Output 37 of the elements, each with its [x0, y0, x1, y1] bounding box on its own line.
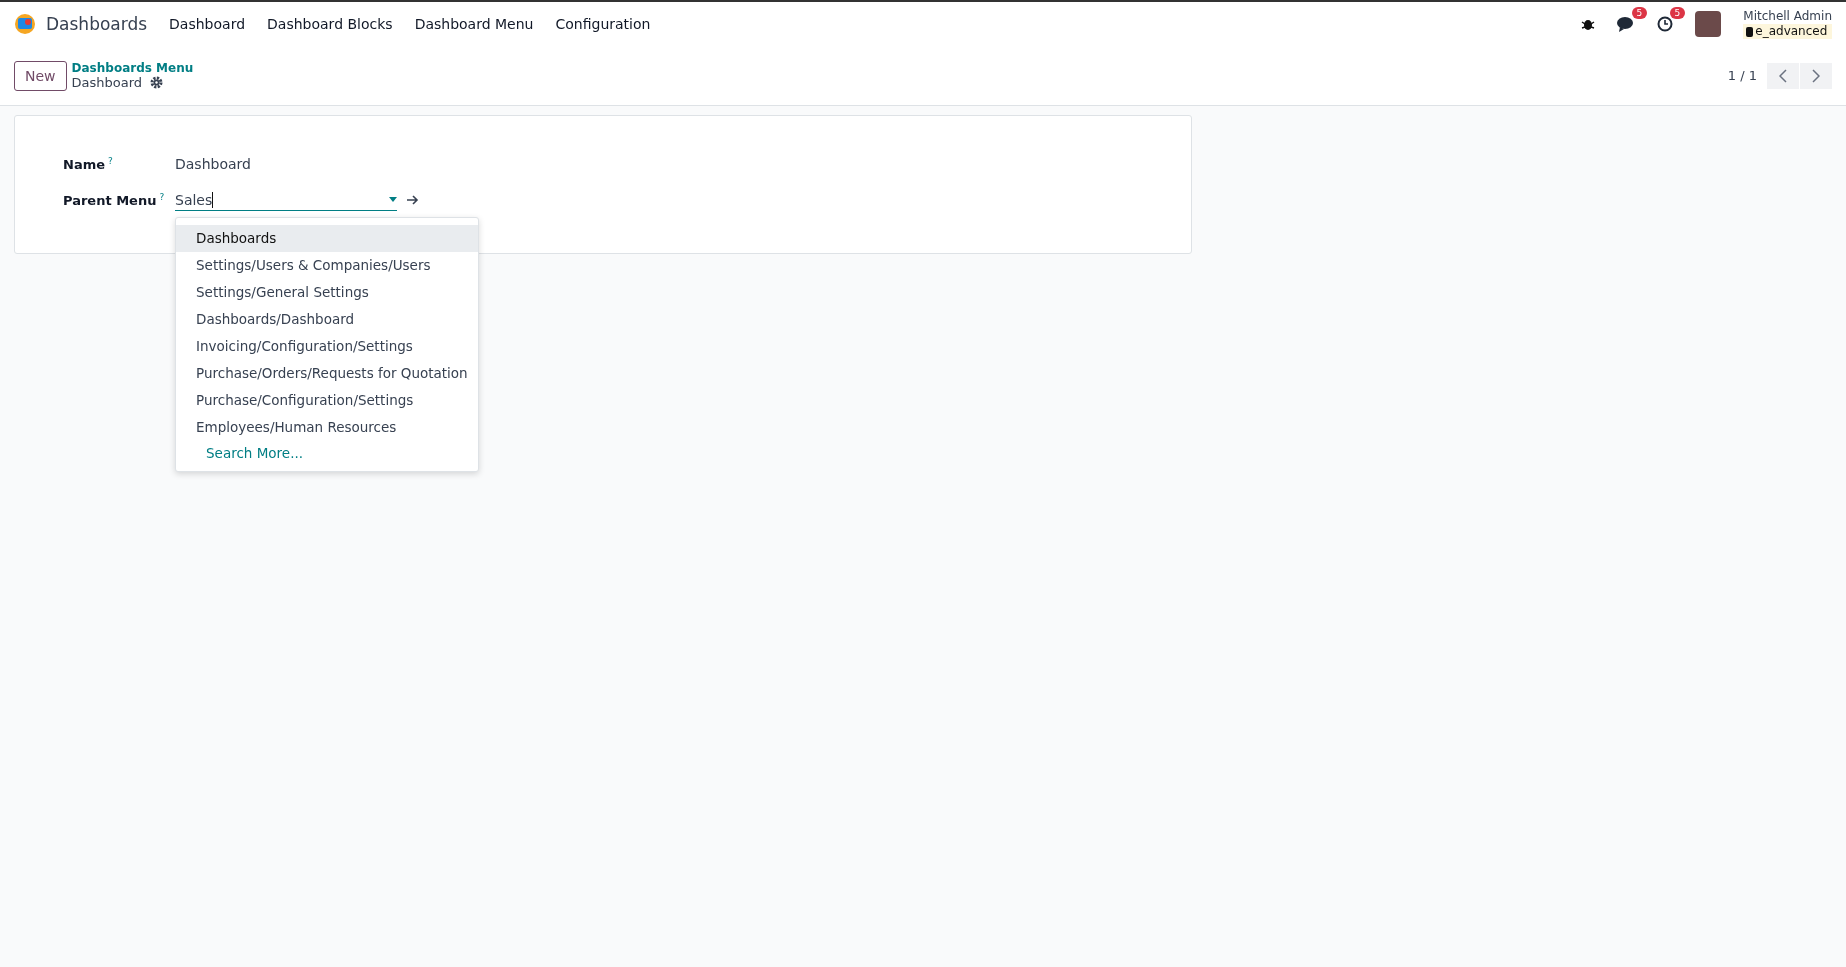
- user-name: Mitchell Admin: [1743, 9, 1832, 24]
- search-more-link[interactable]: Search More...: [176, 440, 478, 465]
- dropdown-option[interactable]: Purchase/Configuration/Settings: [176, 386, 478, 414]
- new-button[interactable]: New: [14, 60, 67, 91]
- field-label: Name $^{?}$: [63, 155, 114, 173]
- database-name: e_advanced: [1755, 24, 1828, 39]
- breadcrumb-link[interactable]: Dashboards Menu: [71, 61, 194, 75]
- dropdown-option[interactable]: Dashboards/Dashboard: [176, 305, 478, 333]
- field-label: Parent Menu $^{?}$: [63, 191, 166, 209]
- dropdown-option[interactable]: Dashboards: [176, 224, 478, 252]
- database-icon: [1746, 26, 1754, 37]
- nav-menu-item[interactable]: Configuration: [555, 16, 651, 32]
- chevron-right-icon: [1812, 68, 1820, 83]
- nav-menu-item[interactable]: Dashboard Blocks: [267, 16, 393, 32]
- chat-icon[interactable]: [1617, 16, 1636, 32]
- bug-icon[interactable]: [1581, 17, 1596, 31]
- app-name: Dashboards: [46, 14, 148, 34]
- nav-menu-item[interactable]: Dashboard Menu: [414, 16, 534, 32]
- dropdown-option[interactable]: Invoicing/Configuration/Settings: [176, 332, 478, 360]
- caret-icon: [389, 197, 397, 202]
- dropdown-option[interactable]: Purchase/Orders/Requests for Quotation: [176, 359, 478, 387]
- dropdown-option[interactable]: Settings/General Settings: [176, 278, 478, 306]
- nav-menu-item[interactable]: Dashboard: [169, 16, 246, 32]
- arrow-right-icon[interactable]: [407, 195, 419, 205]
- gear-icon[interactable]: [150, 76, 164, 89]
- dropdown-option[interactable]: Settings/Users & Companies/Users: [176, 251, 478, 279]
- dropdown-option[interactable]: Employees/Human Resources: [176, 413, 478, 441]
- pager-value: 1 / 1: [1727, 68, 1757, 83]
- notification-badge: 5: [1631, 7, 1648, 19]
- parent-menu-field[interactable]: Sales: [175, 189, 397, 211]
- notification-badge: 5: [1669, 7, 1686, 19]
- chevron-left-icon: [1779, 68, 1787, 83]
- field-value[interactable]: Dashboard: [175, 156, 1143, 172]
- record-title: Dashboard: [71, 75, 143, 90]
- avatar[interactable]: [1695, 11, 1722, 37]
- clock-icon[interactable]: [1657, 16, 1674, 32]
- app-logo-icon[interactable]: [14, 13, 36, 35]
